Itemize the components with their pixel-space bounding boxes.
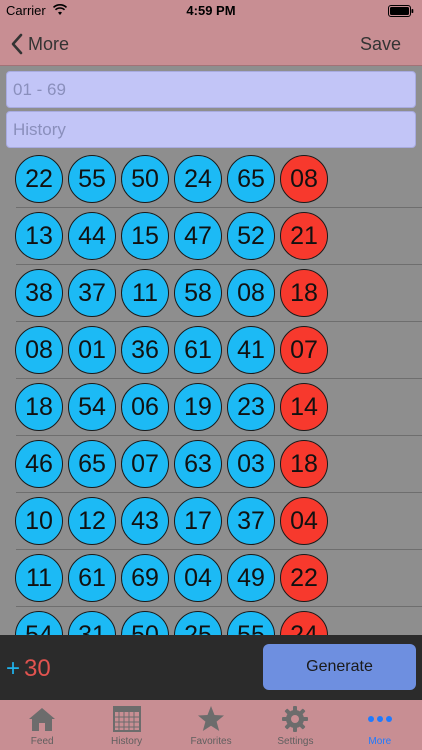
navigation-bar: More Save (0, 22, 422, 66)
white-ball: 15 (121, 212, 169, 260)
draw-row[interactable]: 38 37 11 58 08 18 (0, 265, 422, 322)
white-ball: 25 (174, 611, 222, 635)
status-bar: Carrier 4:59 PM (0, 0, 422, 22)
tab-settings[interactable]: Settings (253, 700, 337, 750)
white-ball: 36 (121, 326, 169, 374)
white-ball: 03 (227, 440, 275, 488)
tab-feed[interactable]: Feed (0, 700, 84, 750)
draws-list[interactable]: 22 55 50 24 65 08 13 44 15 47 52 21 38 37 11 58 08 18 08 01… (0, 151, 422, 635)
white-ball: 18 (15, 383, 63, 431)
white-ball: 54 (15, 611, 63, 635)
white-ball: 41 (227, 326, 275, 374)
white-ball: 11 (15, 554, 63, 602)
power-ball: 04 (280, 497, 328, 545)
tab-label: More (368, 736, 392, 747)
white-ball: 65 (68, 440, 116, 488)
draw-row[interactable]: 54 31 50 25 55 24 (0, 607, 422, 635)
power-ball: 22 (280, 554, 328, 602)
white-ball: 50 (121, 155, 169, 203)
white-ball: 55 (68, 155, 116, 203)
back-button[interactable]: More (10, 32, 69, 56)
draw-row[interactable]: 18 54 06 19 23 14 (0, 379, 422, 436)
white-ball: 37 (68, 269, 116, 317)
white-ball: 12 (68, 497, 116, 545)
white-ball: 47 (174, 212, 222, 260)
white-ball: 17 (174, 497, 222, 545)
power-ball: 18 (280, 269, 328, 317)
white-ball: 46 (15, 440, 63, 488)
white-ball: 06 (121, 383, 169, 431)
calendar-icon (112, 706, 141, 732)
white-ball: 54 (68, 383, 116, 431)
history-field[interactable] (6, 111, 416, 148)
tab-label: Settings (277, 736, 314, 747)
power-ball: 08 (280, 155, 328, 203)
white-ball: 52 (227, 212, 275, 260)
white-ball: 37 (227, 497, 275, 545)
status-time: 4:59 PM (186, 3, 236, 18)
back-label: More (28, 33, 70, 54)
power-ball: 07 (280, 326, 328, 374)
draw-row[interactable]: 08 01 36 61 41 07 (0, 322, 422, 379)
add-count: 30 (24, 655, 51, 682)
draw-row[interactable]: 13 44 15 47 52 21 (0, 208, 422, 265)
power-ball: 14 (280, 383, 328, 431)
white-ball: 65 (227, 155, 275, 203)
power-ball: 18 (280, 440, 328, 488)
white-ball: 11 (121, 269, 169, 317)
tab-history[interactable]: History (84, 700, 168, 750)
white-ball: 61 (68, 554, 116, 602)
add-symbol: + (6, 655, 21, 682)
white-ball: 43 (121, 497, 169, 545)
save-button[interactable]: Save (360, 34, 401, 55)
white-ball: 01 (68, 326, 116, 374)
white-ball: 49 (227, 554, 275, 602)
white-ball: 22 (15, 155, 63, 203)
generate-button[interactable]: Generate (263, 644, 416, 690)
chevron-left-icon (11, 33, 23, 55)
white-ball: 63 (174, 440, 222, 488)
white-ball: 69 (121, 554, 169, 602)
bottom-panel: +30 Generate (0, 635, 422, 700)
white-ball: 04 (174, 554, 222, 602)
tab-label: Feed (30, 736, 54, 747)
tab-label: Favorites (190, 736, 232, 747)
draw-row[interactable]: 10 12 43 17 37 04 (0, 493, 422, 550)
white-ball: 24 (174, 155, 222, 203)
tab-bar: Feed History Favorites Settings More (0, 700, 422, 750)
white-ball: 10 (15, 497, 63, 545)
tab-favorites[interactable]: Favorites (169, 700, 253, 750)
more-dots-icon (367, 716, 392, 722)
white-ball: 58 (174, 269, 222, 317)
white-ball: 44 (68, 212, 116, 260)
star-icon (198, 706, 225, 731)
draw-row[interactable]: 46 65 07 63 03 18 (0, 436, 422, 493)
number-range-field[interactable] (6, 71, 416, 108)
draw-row[interactable]: 22 55 50 24 65 08 (0, 151, 422, 208)
white-ball: 23 (227, 383, 275, 431)
tab-more[interactable]: More (338, 700, 422, 750)
white-ball: 55 (227, 611, 275, 635)
white-ball: 13 (15, 212, 63, 260)
white-ball: 38 (15, 269, 63, 317)
white-ball: 08 (227, 269, 275, 317)
white-ball: 19 (174, 383, 222, 431)
battery-icon (388, 5, 414, 17)
tab-label: History (111, 736, 143, 747)
home-icon (29, 708, 56, 731)
power-ball: 24 (280, 611, 328, 635)
draw-row[interactable]: 11 61 69 04 49 22 (0, 550, 422, 607)
power-ball: 21 (280, 212, 328, 260)
white-ball: 50 (121, 611, 169, 635)
white-ball: 07 (121, 440, 169, 488)
white-ball: 08 (15, 326, 63, 374)
white-ball: 31 (68, 611, 116, 635)
gear-icon (282, 706, 309, 732)
white-ball: 61 (174, 326, 222, 374)
add-count-label[interactable]: +30 (6, 655, 51, 683)
